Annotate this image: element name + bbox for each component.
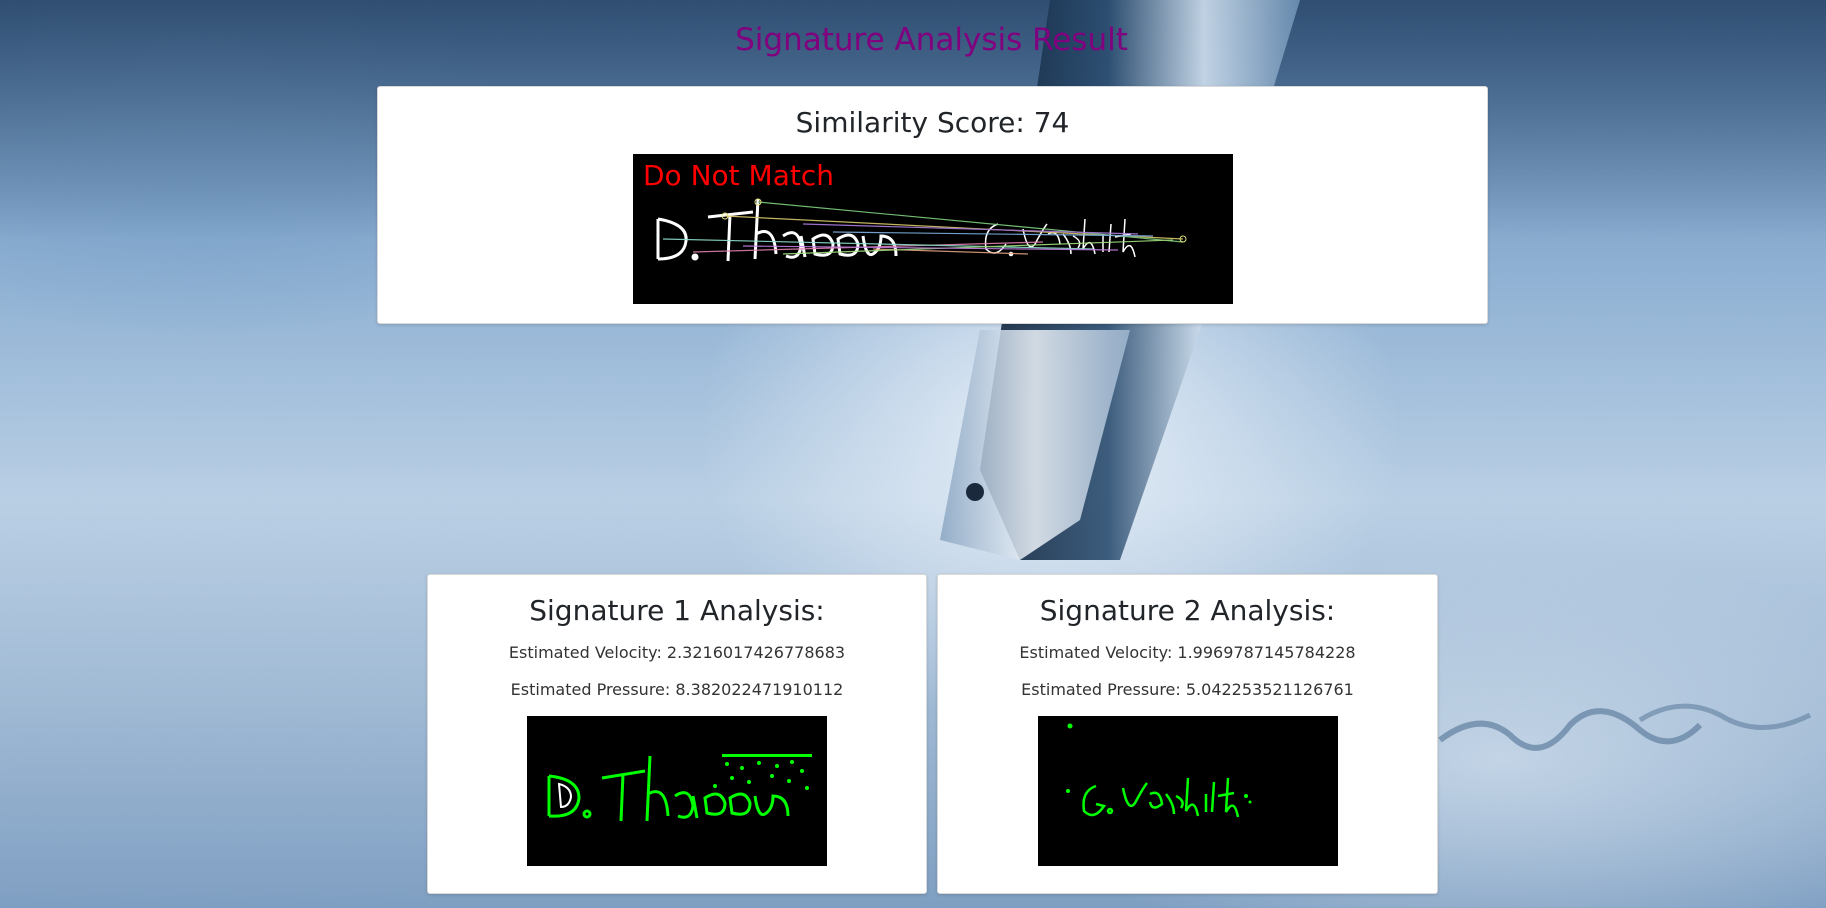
signature-2-pressure: Estimated Pressure: 5.042253521126761 xyxy=(1021,680,1354,699)
signature-2-contour-image xyxy=(1037,716,1338,866)
signature-1-card: Signature 1 Analysis: Estimated Velocity… xyxy=(427,574,927,894)
signature-2-heading: Signature 2 Analysis: xyxy=(1039,594,1336,627)
signature-comparison-image: Do Not Match xyxy=(632,154,1233,304)
page-title: Signature Analysis Result xyxy=(735,22,1128,58)
match-verdict-label: Do Not Match xyxy=(643,159,834,192)
signature-1-pressure: Estimated Pressure: 8.382022471910112 xyxy=(510,680,844,699)
signature-2-velocity: Estimated Velocity: 1.9969787145784228 xyxy=(1019,643,1356,662)
signature-1-velocity: Estimated Velocity: 2.3216017426778683 xyxy=(508,643,846,662)
similarity-score-heading: Similarity Score: 74 xyxy=(795,106,1070,139)
similarity-card: Similarity Score: 74 Do Not Match xyxy=(377,86,1488,324)
signature-1-contour-image xyxy=(527,716,827,866)
signature-2-card: Signature 2 Analysis: Estimated Velocity… xyxy=(937,574,1438,894)
signature-1-heading: Signature 1 Analysis: xyxy=(529,594,825,627)
